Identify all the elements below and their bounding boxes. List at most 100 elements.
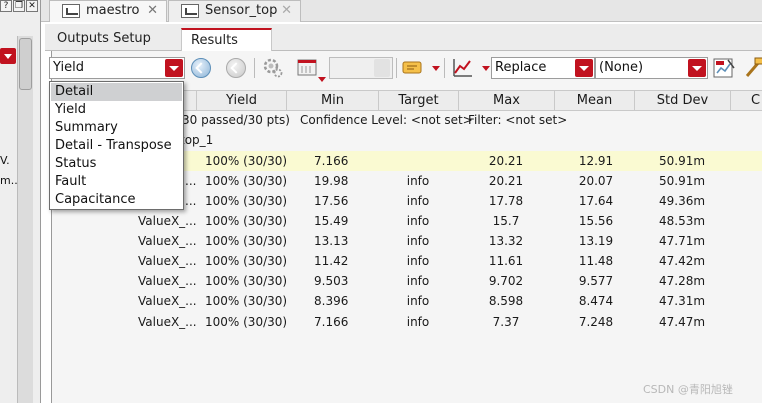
row-std-dev: 48.53m	[659, 214, 706, 228]
help-button[interactable]: ?	[0, 0, 12, 12]
row-yield: 100% (30/30)	[205, 254, 288, 268]
plot-dropdown-icon[interactable]	[482, 66, 490, 71]
dropdown-item-capacitance[interactable]: Capacitance	[51, 191, 182, 209]
view-select[interactable]: Yield	[49, 57, 185, 79]
back-icon[interactable]	[191, 58, 211, 78]
column-header-target[interactable]: Target	[378, 91, 458, 111]
row-std-dev: 47.42m	[659, 254, 706, 268]
left-text-1: V.	[0, 154, 10, 167]
chevron-down-icon[interactable]	[575, 59, 593, 77]
row-target: info	[406, 294, 430, 308]
dropdown-item-fault[interactable]: Fault	[51, 173, 182, 191]
calendar-icon[interactable]	[296, 57, 318, 79]
row-name: ValueX_...	[138, 254, 197, 268]
table-row[interactable]: ValueX_... 100% (30/30) 9.503 info 9.702…	[52, 271, 762, 291]
group-label: top_1	[180, 133, 214, 147]
dropdown-item-detail[interactable]: Detail	[51, 83, 182, 101]
row-std-dev: 50.91m	[659, 174, 706, 188]
row-yield: 100% (30/30)	[205, 154, 288, 168]
close-icon[interactable]: ✕	[147, 1, 158, 21]
close-icon[interactable]: ✕	[281, 1, 292, 21]
plot-icon[interactable]	[451, 57, 473, 79]
row-yield: 100% (30/30)	[205, 294, 288, 308]
calendar-dropdown-icon[interactable]	[318, 77, 326, 82]
table-row[interactable]: ValueX_... 100% (30/30) 7.166 info 7.37 …	[52, 312, 762, 332]
left-text-2: m..	[0, 174, 18, 187]
row-yield: 100% (30/30)	[205, 274, 288, 288]
row-std-dev: 49.36m	[659, 194, 706, 208]
table-row[interactable]: ValueX_... 100% (30/30) 11.42 info 11.61…	[52, 251, 762, 271]
column-header-mean[interactable]: Mean	[554, 91, 634, 111]
annotation-dropdown-icon[interactable]	[432, 66, 440, 71]
row-max: 13.32	[488, 234, 524, 248]
tab-maestro[interactable]: maestro ✕	[49, 0, 167, 22]
disabled-select	[329, 57, 393, 79]
row-name: ValueX_...	[138, 234, 197, 248]
row-target: info	[406, 234, 430, 248]
filter-select-value: (None)	[599, 60, 644, 75]
row-name: ValueX_...	[138, 274, 197, 288]
column-header-min[interactable]: Min	[286, 91, 378, 111]
left-panel: ? ❐ ✕ V. m..	[0, 0, 41, 403]
dropdown-item-detail-transpose[interactable]: Detail - Transpose	[51, 137, 182, 155]
export-icon[interactable]	[712, 56, 736, 80]
filter-select[interactable]: (None)	[595, 57, 708, 79]
column-header-yield[interactable]: Yield	[196, 91, 286, 111]
tools-icon[interactable]	[743, 56, 762, 80]
row-min: 7.166	[314, 315, 349, 329]
watermark: CSDN @青阳旭锉	[643, 383, 733, 396]
annotation-icon[interactable]	[401, 57, 423, 79]
row-target: info	[406, 315, 430, 329]
row-min: 9.503	[314, 274, 349, 288]
view-dropdown-list: Detail Yield Summary Detail - Transpose …	[49, 81, 184, 210]
column-header-c[interactable]: C	[730, 91, 762, 111]
chevron-down-icon[interactable]	[0, 48, 16, 64]
row-target: info	[406, 194, 430, 208]
row-yield: 100% (30/30)	[205, 194, 288, 208]
tab-label: Sensor_top	[205, 3, 278, 18]
row-name: ValueX_...	[138, 315, 197, 329]
replace-select[interactable]: Replace	[491, 57, 595, 79]
tab-label: maestro	[86, 3, 140, 18]
row-max: 20.21	[488, 154, 524, 168]
document-tab-bar: maestro ✕ Sensor_top ✕	[41, 0, 762, 22]
gear-icon[interactable]	[262, 57, 284, 79]
chevron-down-icon	[374, 59, 390, 77]
row-mean: 12.91	[578, 154, 614, 168]
row-min: 19.98	[314, 174, 349, 188]
chevron-down-icon[interactable]	[165, 59, 183, 77]
close-panel-button[interactable]: ✕	[26, 0, 38, 12]
row-max: 15.7	[492, 214, 520, 228]
tab-outputs-setup[interactable]: Outputs Setup	[57, 28, 177, 51]
row-mean: 11.48	[578, 254, 614, 268]
left-scrollbar[interactable]	[17, 36, 33, 403]
dropdown-item-yield[interactable]: Yield	[51, 101, 182, 119]
table-row[interactable]: ValueX_... 100% (30/30) 8.396 info 8.598…	[52, 291, 762, 311]
row-std-dev: 47.71m	[659, 234, 706, 248]
table-row[interactable]: ValueX_... 100% (30/30) 13.13 info 13.32…	[52, 231, 762, 251]
chevron-down-icon[interactable]	[688, 59, 706, 77]
column-header-std-dev[interactable]: Std Dev	[634, 91, 730, 111]
confidence-level: Confidence Level: <not set>	[300, 113, 473, 127]
row-mean: 7.248	[578, 315, 614, 329]
row-std-dev: 50.91m	[659, 154, 706, 168]
row-target: info	[406, 274, 430, 288]
dropdown-item-summary[interactable]: Summary	[51, 119, 182, 137]
passed-summary: 30 passed/30 pts)	[182, 113, 290, 127]
row-mean: 8.474	[578, 294, 614, 308]
scroll-thumb[interactable]	[19, 38, 32, 90]
row-mean: 17.64	[578, 194, 614, 208]
column-header-max[interactable]: Max	[458, 91, 554, 111]
table-row[interactable]: ValueX_... 100% (30/30) 15.49 info 15.7 …	[52, 211, 762, 231]
tab-results[interactable]: Results	[181, 28, 272, 51]
dropdown-item-status[interactable]: Status	[51, 155, 182, 173]
row-min: 15.49	[314, 214, 349, 228]
tab-sensor-top[interactable]: Sensor_top ✕	[168, 0, 301, 22]
restore-button[interactable]: ❐	[13, 0, 25, 12]
row-mean: 20.07	[578, 174, 614, 188]
row-std-dev: 47.28m	[659, 274, 706, 288]
row-std-dev: 47.31m	[659, 294, 706, 308]
forward-icon[interactable]	[226, 58, 246, 78]
row-name: ...	[185, 194, 197, 208]
subtab-bar: Outputs Setup Results	[45, 24, 762, 51]
